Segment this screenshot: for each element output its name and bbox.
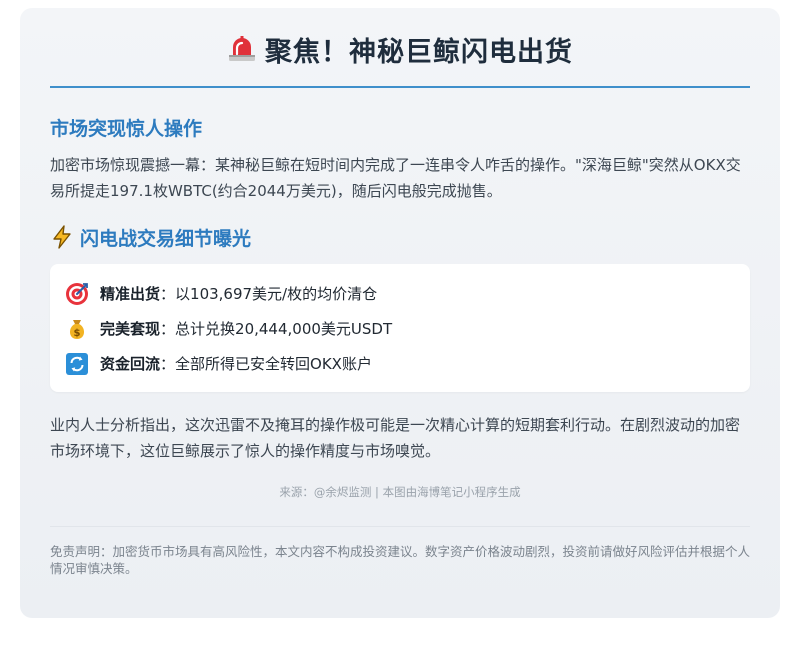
detail-text: 全部所得已安全转回OKX账户 bbox=[175, 355, 372, 373]
detail-text: 以103,697美元/枚的均价清仓 bbox=[175, 285, 378, 303]
detail-label: 精准出货 bbox=[100, 285, 161, 303]
detail-separator: ： bbox=[160, 320, 176, 338]
detail-text: 总计兑换20,444,000美元USDT bbox=[175, 320, 393, 338]
detail-label: 资金回流 bbox=[100, 355, 161, 373]
section-heading-details-label: 闪电战交易细节曝光 bbox=[80, 227, 252, 250]
intro-paragraph: 加密市场惊现震撼一幕：某神秘巨鲸在短时间内完成了一连串令人咋舌的操作。"深海巨鲸… bbox=[50, 156, 741, 200]
title-row: 聚焦！神秘巨鲸闪电出货 bbox=[50, 8, 750, 86]
list-item: $ 完美套现：总计兑换20,444,000美元USDT bbox=[65, 311, 735, 346]
source-note: 来源：@余烬监测 | 本图由海博笔记小程序生成 bbox=[279, 485, 521, 499]
money-bag-icon: $ bbox=[69, 319, 85, 339]
list-item: 精准出货：以103,697美元/枚的均价清仓 bbox=[65, 276, 735, 311]
section-heading-details: 闪电战交易细节曝光 bbox=[50, 224, 750, 250]
svg-text:$: $ bbox=[74, 328, 81, 339]
footer-divider bbox=[50, 526, 750, 527]
page-title: 聚焦！神秘巨鲸闪电出货 bbox=[265, 36, 573, 68]
trade-details-box: 精准出货：以103,697美元/枚的均价清仓 $ 完美套现：总计兑换20,444… bbox=[50, 264, 750, 392]
list-item: 资金回流：全部所得已安全转回OKX账户 bbox=[65, 346, 735, 381]
target-icon bbox=[66, 282, 88, 305]
section-heading-market: 市场突现惊人操作 bbox=[50, 117, 203, 140]
lightning-icon bbox=[53, 225, 71, 249]
analysis-paragraph: 业内人士分析指出，这次迅雷不及掩耳的操作极可能是一次精心计算的短期套利行动。在剧… bbox=[50, 416, 741, 460]
detail-separator: ： bbox=[160, 285, 176, 303]
article-card: 聚焦！神秘巨鲸闪电出货 市场突现惊人操作 加密市场惊现震撼一幕：某神秘巨鲸在短时… bbox=[20, 8, 780, 618]
disclaimer: 免责声明：加密货币市场具有高风险性，本文内容不构成投资建议。数字资产价格波动剧烈… bbox=[50, 544, 751, 576]
siren-icon bbox=[229, 36, 255, 61]
detail-separator: ： bbox=[160, 355, 176, 373]
refresh-icon bbox=[66, 352, 88, 375]
title-divider bbox=[50, 86, 750, 88]
detail-label: 完美套现 bbox=[100, 320, 161, 338]
